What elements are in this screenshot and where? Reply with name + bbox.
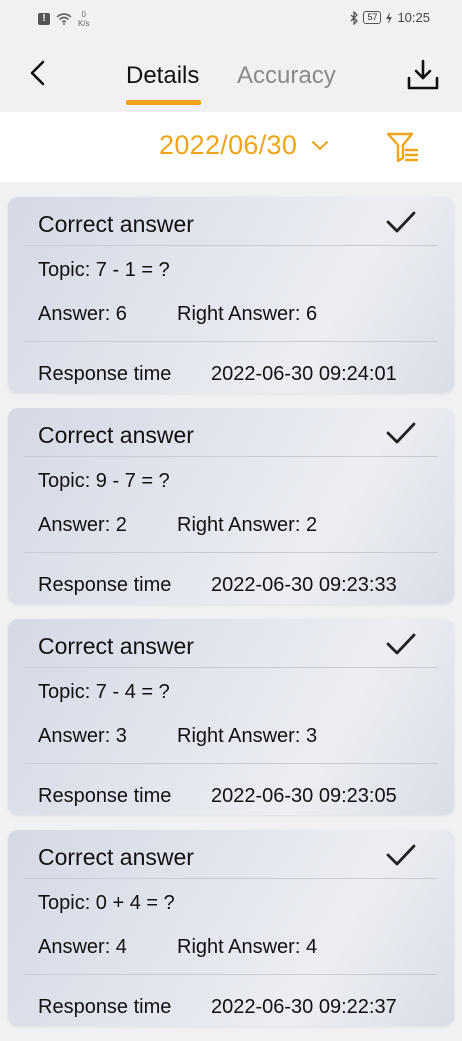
answer-text: Answer: 6 — [38, 303, 127, 325]
answer-record-card[interactable]: Correct answer Topic: 7 - 1 = ? Answer: … — [8, 197, 454, 393]
bluetooth-icon — [350, 10, 359, 25]
answer-text: Answer: 3 — [38, 725, 127, 747]
chevron-down-icon — [312, 140, 329, 150]
divider — [24, 878, 438, 879]
checkmark-icon — [386, 633, 416, 655]
clock: 10:25 — [397, 10, 430, 25]
checkmark-icon — [386, 211, 416, 233]
right-answer-text: Right Answer: 2 — [177, 514, 318, 536]
speed-value: 0 — [81, 10, 86, 19]
checkmark-icon — [386, 844, 416, 866]
divider — [24, 763, 438, 764]
topic-text: Topic: 7 - 1 = ? — [38, 259, 170, 281]
tab-details[interactable]: Details — [126, 62, 199, 90]
response-time-value: 2022-06-30 09:23:05 — [211, 785, 397, 807]
date-selector[interactable]: 2022/06/30 — [159, 130, 329, 161]
divider — [24, 245, 438, 246]
charging-icon — [386, 11, 393, 24]
tab-accuracy[interactable]: Accuracy — [237, 62, 336, 90]
battery-level: 57 — [363, 11, 382, 24]
response-time-value: 2022-06-30 09:23:33 — [211, 574, 397, 596]
answer-text: Answer: 2 — [38, 514, 127, 536]
response-time-label: Response time — [38, 996, 172, 1018]
divider — [24, 341, 438, 342]
checkmark-icon — [386, 422, 416, 444]
alert-icon: ! — [38, 13, 50, 25]
topic-text: Topic: 9 - 7 = ? — [38, 470, 170, 492]
status-left: ! 0 K/s — [38, 10, 90, 28]
right-answer-text: Right Answer: 3 — [177, 725, 318, 747]
network-speed: 0 K/s — [78, 10, 90, 28]
response-time-value: 2022-06-30 09:22:37 — [211, 996, 397, 1018]
status-bar: ! 0 K/s 57 10:25 — [0, 0, 462, 36]
answer-record-card[interactable]: Correct answer Topic: 7 - 4 = ? Answer: … — [8, 619, 454, 815]
speed-unit: K/s — [78, 19, 90, 28]
response-time-label: Response time — [38, 785, 172, 807]
topic-text: Topic: 7 - 4 = ? — [38, 681, 170, 703]
divider — [24, 456, 438, 457]
right-answer-text: Right Answer: 4 — [177, 936, 318, 958]
app-header: Details Accuracy — [0, 36, 462, 112]
response-time-label: Response time — [38, 574, 172, 596]
divider — [24, 974, 438, 975]
answer-record-list: Correct answer Topic: 7 - 1 = ? Answer: … — [8, 197, 454, 1041]
result-status: Correct answer — [38, 211, 194, 237]
answer-record-card[interactable]: Correct answer Topic: 9 - 7 = ? Answer: … — [8, 408, 454, 604]
answer-text: Answer: 4 — [38, 936, 127, 958]
result-status: Correct answer — [38, 844, 194, 870]
back-arrow-icon[interactable] — [24, 58, 54, 88]
result-status: Correct answer — [38, 422, 194, 448]
divider — [24, 552, 438, 553]
wifi-icon — [56, 13, 72, 25]
status-right: 57 10:25 — [349, 10, 430, 25]
result-status: Correct answer — [38, 633, 194, 659]
selected-date: 2022/06/30 — [159, 130, 298, 160]
topic-text: Topic: 0 + 4 = ? — [38, 892, 175, 914]
active-tab-indicator — [126, 100, 201, 105]
right-answer-text: Right Answer: 6 — [177, 303, 318, 325]
answer-record-card[interactable]: Correct answer Topic: 0 + 4 = ? Answer: … — [8, 830, 454, 1026]
response-time-value: 2022-06-30 09:24:01 — [211, 363, 397, 385]
divider — [24, 667, 438, 668]
date-filter-bar: 2022/06/30 — [0, 112, 462, 182]
filter-icon[interactable] — [385, 130, 419, 164]
download-icon[interactable] — [406, 58, 440, 92]
response-time-label: Response time — [38, 363, 172, 385]
